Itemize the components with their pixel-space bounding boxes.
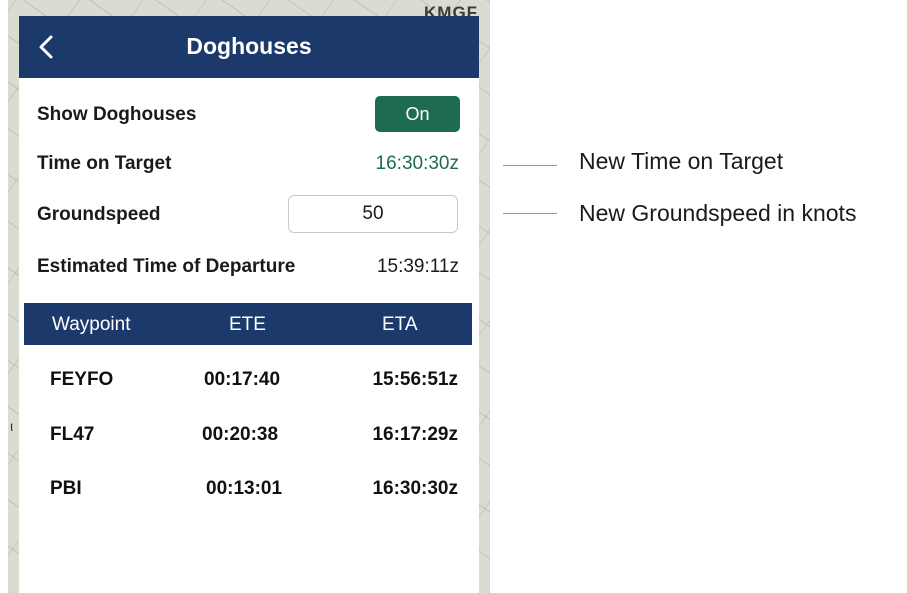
eta-cell: 16:30:30z: [372, 478, 458, 499]
map-mark: ι: [10, 418, 14, 434]
waypoint-cell: PBI: [50, 478, 82, 499]
page-title: Doghouses: [186, 33, 312, 59]
groundspeed-input[interactable]: [288, 195, 458, 233]
table-row[interactable]: FL47 00:20:38 16:17:29z: [19, 424, 479, 476]
table-row[interactable]: FEYFO 00:17:40 15:56:51z: [19, 369, 479, 421]
column-header-ete: ETE: [229, 314, 266, 335]
column-header-eta: ETA: [382, 314, 418, 335]
show-doghouses-label: Show Doghouses: [37, 104, 197, 125]
time-on-target-value[interactable]: 16:30:30z: [376, 153, 459, 175]
eta-cell: 15:56:51z: [372, 369, 458, 390]
groundspeed-callout-line: [503, 213, 557, 214]
time-on-target-label: Time on Target: [37, 153, 172, 174]
column-header-waypoint: Waypoint: [52, 314, 131, 335]
etd-label: Estimated Time of Departure: [37, 256, 296, 277]
waypoint-cell: FEYFO: [50, 369, 114, 390]
ete-cell: 00:20:38: [202, 424, 279, 445]
waypoint-table-header: Waypoint ETE ETA: [24, 303, 472, 345]
ete-cell: 00:13:01: [206, 478, 283, 499]
table-row[interactable]: PBI 00:13:01 16:30:30z: [19, 478, 479, 530]
eta-cell: 16:17:29z: [372, 424, 458, 445]
groundspeed-callout: New Groundspeed in knots: [579, 200, 857, 226]
doghouses-panel: Doghouses Show Doghouses On Time on Targ…: [19, 16, 479, 593]
show-doghouses-toggle[interactable]: On: [375, 96, 460, 132]
time-on-target-callout-line: [503, 165, 557, 166]
etd-value: 15:39:11z: [376, 256, 459, 277]
panel-header: Doghouses: [19, 16, 479, 78]
waypoint-cell: FL47: [50, 424, 95, 445]
ete-cell: 00:17:40: [204, 369, 281, 390]
time-on-target-callout: New Time on Target: [579, 148, 784, 174]
groundspeed-label: Groundspeed: [37, 204, 161, 225]
